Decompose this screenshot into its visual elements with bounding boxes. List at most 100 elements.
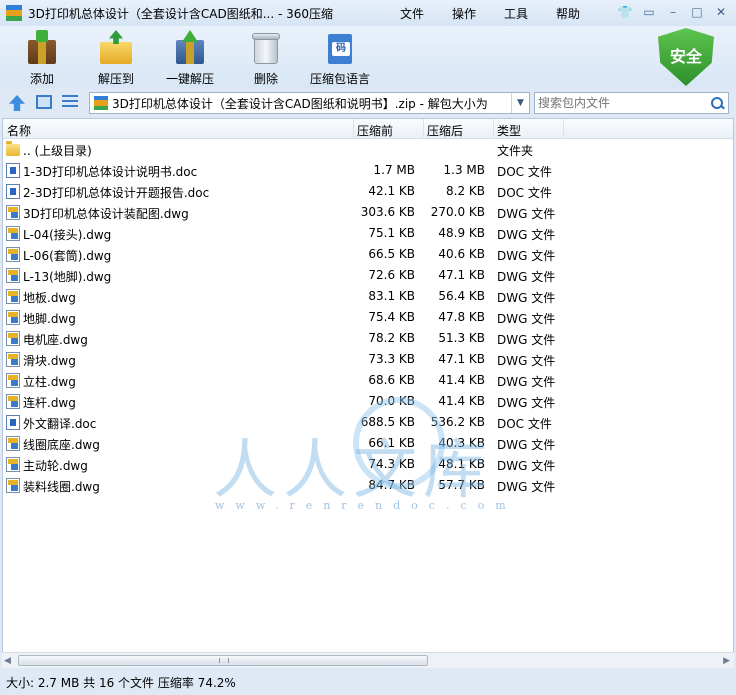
file-original-size: 48.1 KB <box>438 457 485 471</box>
extract-label: 解压到 <box>97 72 134 86</box>
file-name: 连杆.dwg <box>23 396 76 410</box>
path-field[interactable]: 3D打印机总体设计（全套设计含CAD图纸和说明书】.zip - 解包大小为 ▼ <box>89 92 530 114</box>
up-arrow-icon[interactable] <box>9 95 25 111</box>
trash-can-icon <box>248 30 284 66</box>
file-type: DWG 文件 <box>497 459 556 473</box>
dwg-file-icon <box>6 310 20 325</box>
chevron-down-icon[interactable]: ▼ <box>511 93 529 113</box>
dwg-file-icon <box>6 457 20 472</box>
table-row[interactable]: 外文翻译.doc 688.5 KB 536.2 KB DOC 文件 <box>3 412 733 433</box>
skin-shirt-icon[interactable]: 👕 <box>614 2 636 22</box>
file-name: 外文翻译.doc <box>23 417 97 431</box>
column-type[interactable]: 类型 <box>497 122 521 139</box>
file-type: DWG 文件 <box>497 333 556 347</box>
menu-bar: 文件 操作 工具 帮助 <box>400 5 608 22</box>
table-row[interactable]: L-06(套筒).dwg 66.5 KB 40.6 KB DWG 文件 <box>3 244 733 265</box>
dwg-file-icon <box>6 268 20 283</box>
list-view-icon[interactable] <box>62 95 78 109</box>
search-input[interactable] <box>535 96 710 110</box>
file-original-size: 270.0 KB <box>430 205 485 219</box>
table-row[interactable]: 线圈底座.dwg 66.1 KB 40.3 KB DWG 文件 <box>3 433 733 454</box>
column-original[interactable]: 压缩后 <box>427 122 463 139</box>
path-text: 3D打印机总体设计（全套设计含CAD图纸和说明书】.zip - 解包大小为 <box>112 96 488 111</box>
maximize-icon[interactable]: □ <box>686 2 708 22</box>
file-original-size: 47.8 KB <box>438 310 485 324</box>
add-archive-icon <box>24 30 60 66</box>
dwg-file-icon <box>6 373 20 388</box>
table-row[interactable]: 主动轮.dwg 74.3 KB 48.1 KB DWG 文件 <box>3 454 733 475</box>
file-original-size: 48.9 KB <box>438 226 485 240</box>
column-name[interactable]: 名称 <box>7 122 31 139</box>
close-icon[interactable]: ✕ <box>710 2 732 22</box>
file-compressed-size: 66.5 KB <box>368 247 415 261</box>
table-row[interactable]: 2-3D打印机总体设计开题报告.doc 42.1 KB 8.2 KB DOC 文件 <box>3 181 733 202</box>
file-original-size: 41.4 KB <box>438 373 485 387</box>
menu-operate[interactable]: 操作 <box>452 5 476 22</box>
scroll-thumb[interactable] <box>18 655 428 666</box>
one-click-label: 一键解压 <box>165 72 214 86</box>
file-name: 电机座.dwg <box>23 333 88 347</box>
table-row[interactable]: 滑块.dwg 73.3 KB 47.1 KB DWG 文件 <box>3 349 733 370</box>
minimize-icon[interactable]: – <box>662 2 684 22</box>
file-type: DWG 文件 <box>497 270 556 284</box>
scroll-left-icon[interactable]: ◀ <box>4 656 11 666</box>
file-compressed-size: 72.6 KB <box>368 268 415 282</box>
file-compressed-size: 83.1 KB <box>368 289 415 303</box>
extract-to-button[interactable]: 解压到 <box>78 30 154 87</box>
file-name: 3D打印机总体设计装配图.dwg <box>23 207 189 221</box>
dwg-file-icon <box>6 205 20 220</box>
horizontal-scrollbar[interactable]: ◀ ▶ <box>2 652 734 668</box>
file-name: 装料线圈.dwg <box>23 480 100 494</box>
table-row[interactable]: .. (上级目录) 文件夹 <box>3 139 733 160</box>
menu-file[interactable]: 文件 <box>400 5 424 22</box>
status-bar: 大小: 2.7 MB 共 16 个文件 压缩率 74.2% <box>0 669 736 695</box>
file-type: DWG 文件 <box>497 207 556 221</box>
menu-help[interactable]: 帮助 <box>556 5 580 22</box>
table-row[interactable]: 电机座.dwg 78.2 KB 51.3 KB DWG 文件 <box>3 328 733 349</box>
archive-icon <box>94 96 108 110</box>
table-row[interactable]: 3D打印机总体设计装配图.dwg 303.6 KB 270.0 KB DWG 文件 <box>3 202 733 223</box>
delete-button[interactable]: 删除 <box>228 30 304 87</box>
file-compressed-size: 75.1 KB <box>368 226 415 240</box>
file-original-size: 536.2 KB <box>430 415 485 429</box>
column-compressed[interactable]: 压缩前 <box>357 122 393 139</box>
doc-file-icon <box>6 415 20 430</box>
table-row[interactable]: 连杆.dwg 70.0 KB 41.4 KB DWG 文件 <box>3 391 733 412</box>
table-row[interactable]: 地板.dwg 83.1 KB 56.4 KB DWG 文件 <box>3 286 733 307</box>
feedback-icon[interactable]: ▭ <box>638 2 660 22</box>
folder-file-icon <box>6 141 20 156</box>
archive-language-button[interactable]: 码 压缩包语言 <box>302 30 378 87</box>
security-shield-button[interactable]: 安全 <box>658 28 714 86</box>
one-click-extract-button[interactable]: 一键解压 <box>152 30 228 87</box>
file-original-size: 40.3 KB <box>438 436 485 450</box>
file-type: DWG 文件 <box>497 249 556 263</box>
table-row[interactable]: 装料线圈.dwg 84.7 KB 57.7 KB DWG 文件 <box>3 475 733 496</box>
file-type: DOC 文件 <box>497 417 552 431</box>
table-row[interactable]: 立柱.dwg 68.6 KB 41.4 KB DWG 文件 <box>3 370 733 391</box>
add-button[interactable]: 添加 <box>4 30 80 87</box>
table-row[interactable]: L-04(接头).dwg 75.1 KB 48.9 KB DWG 文件 <box>3 223 733 244</box>
search-icon[interactable] <box>710 96 724 110</box>
file-type: DWG 文件 <box>497 228 556 242</box>
dwg-file-icon <box>6 331 20 346</box>
file-original-size: 47.1 KB <box>438 268 485 282</box>
file-compressed-size: 78.2 KB <box>368 331 415 345</box>
file-name: 2-3D打印机总体设计开题报告.doc <box>23 186 210 200</box>
table-row[interactable]: 地脚.dwg 75.4 KB 47.8 KB DWG 文件 <box>3 307 733 328</box>
title-bar: 3D打印机总体设计（全套设计含CAD图纸和... - 360压缩 文件 操作 工… <box>0 0 736 26</box>
icon-view-icon[interactable] <box>36 95 52 109</box>
file-compressed-size: 688.5 KB <box>360 415 415 429</box>
file-type: DWG 文件 <box>497 396 556 410</box>
menu-tools[interactable]: 工具 <box>504 5 528 22</box>
table-row[interactable]: L-13(地脚).dwg 72.6 KB 47.1 KB DWG 文件 <box>3 265 733 286</box>
table-row[interactable]: 1-3D打印机总体设计说明书.doc 1.7 MB 1.3 MB DOC 文件 <box>3 160 733 181</box>
file-name: 地脚.dwg <box>23 312 76 326</box>
scroll-right-icon[interactable]: ▶ <box>723 656 730 666</box>
watermark-url: www.renrendoc.com <box>215 499 517 512</box>
file-type: DWG 文件 <box>497 438 556 452</box>
file-type: DWG 文件 <box>497 375 556 389</box>
list-header: 名称 压缩前 压缩后 类型 <box>3 119 733 139</box>
file-original-size: 57.7 KB <box>438 478 485 492</box>
file-compressed-size: 75.4 KB <box>368 310 415 324</box>
file-name: 地板.dwg <box>23 291 76 305</box>
